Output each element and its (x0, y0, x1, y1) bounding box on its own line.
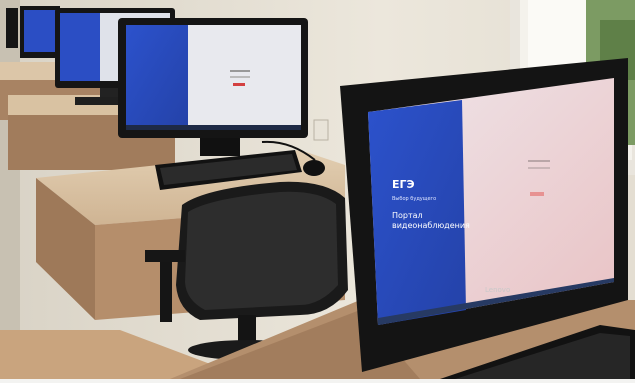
portal-title-line2: видеонаблюдения (392, 221, 470, 230)
ege-logo: ЕГЭ (392, 178, 415, 191)
power-socket (313, 119, 329, 141)
middle-monitor (118, 18, 308, 156)
far-monitor-1 (6, 8, 18, 48)
monitor-brand: Lenovo (485, 286, 510, 294)
tagline: Выбор будущего (392, 196, 436, 202)
left-wall (0, 0, 20, 379)
portal-title-line1: Портал (392, 211, 423, 220)
far-monitor-2 (20, 6, 60, 58)
mouse (303, 160, 325, 176)
classroom-photo: ЕГЭ Выбор будущего Портал видеонаблюдени… (0, 0, 635, 379)
photo-scene: ЕГЭ Выбор будущего Портал видеонаблюдени… (0, 0, 635, 379)
